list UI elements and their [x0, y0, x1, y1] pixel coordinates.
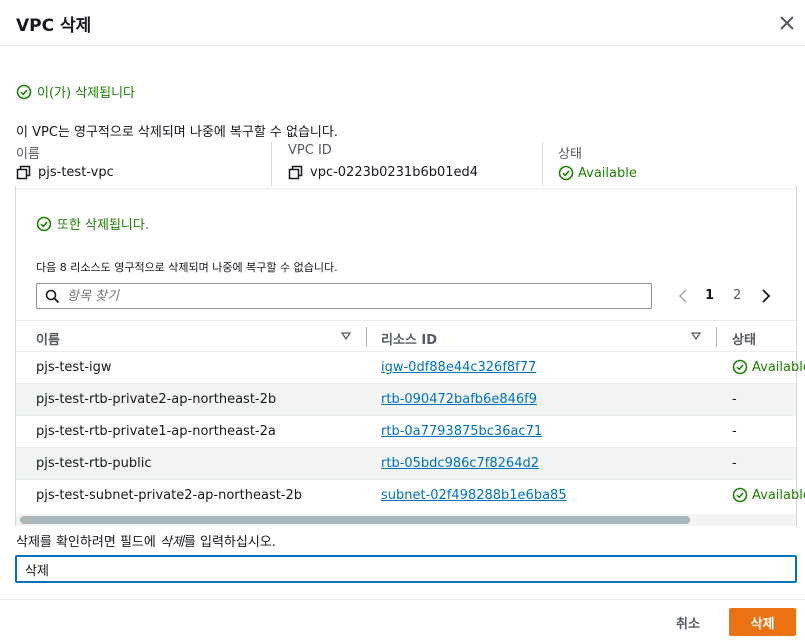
cancel-button[interactable]: 취소 — [660, 608, 716, 636]
column-divider[interactable] — [366, 327, 367, 347]
name-value: pjs-test-vpc — [16, 165, 114, 180]
table-row: pjs-test-subnet-private2-ap-northeast-2b… — [16, 480, 805, 512]
sort-down-icon[interactable] — [691, 332, 701, 340]
row-state-text: Available — [752, 359, 805, 375]
footer-divider — [0, 599, 805, 600]
col-state[interactable]: 상태 — [732, 329, 756, 348]
col-name[interactable]: 이름 — [36, 329, 60, 348]
also-deleted-notice: 또한 삭제됩니다. — [36, 214, 149, 233]
search-input[interactable] — [67, 287, 637, 305]
search-icon — [45, 289, 60, 304]
divider — [271, 142, 272, 186]
check-circle-icon — [732, 487, 748, 503]
dialog-header: VPC 삭제 — [0, 0, 805, 46]
row-state: Available — [732, 359, 805, 375]
row-state: Available — [732, 487, 805, 503]
column-divider[interactable] — [716, 327, 717, 347]
vpc-state: Available — [578, 165, 637, 181]
check-circle-icon — [16, 84, 32, 99]
row-resource-id-link[interactable]: igw-0df88e44c326f8f77 — [381, 360, 536, 375]
also-deleted-text: 또한 삭제됩니다. — [57, 218, 149, 233]
row-resource-id-link[interactable]: rtb-05bdc986c7f8264d2 — [381, 456, 539, 471]
check-circle-icon — [558, 165, 574, 181]
table-row: pjs-test-rtb-public rtb-05bdc986c7f8264d… — [16, 448, 796, 480]
row-name: pjs-test-rtb-private1-ap-northeast-2a — [36, 424, 276, 439]
vpc-id-label: VPC ID — [288, 143, 332, 158]
delete-button[interactable]: 삭제 — [729, 608, 796, 636]
panel-shadow — [15, 186, 797, 188]
warning-text: 이 VPC는 영구적으로 삭제되며 나중에 복구할 수 없습니다. — [16, 125, 338, 140]
row-resource-id-link[interactable]: rtb-0a7793875bc36ac71 — [381, 424, 542, 439]
copy-icon[interactable] — [288, 165, 303, 180]
confirm-label-suffix: 를 입력하십시오. — [183, 535, 276, 550]
dialog-title: VPC 삭제 — [16, 16, 92, 36]
row-name: pjs-test-subnet-private2-ap-northeast-2b — [36, 488, 303, 503]
confirm-label: 삭제를 확인하려면 필드에 삭제를 입력하십시오. — [16, 531, 276, 550]
row-state: - — [732, 456, 737, 471]
row-state-text: Available — [752, 487, 805, 503]
search-field[interactable] — [36, 283, 652, 309]
row-resource-id-link[interactable]: rtb-090472bafb6e846f9 — [381, 392, 537, 407]
row-state: - — [732, 424, 737, 439]
vpc-id-value: vpc-0223b0231b6b01ed4 — [288, 165, 478, 180]
table-row: pjs-test-igw igw-0df88e44c326f8f77 Avail… — [16, 352, 805, 384]
sort-down-icon[interactable] — [341, 332, 351, 340]
check-circle-icon — [732, 359, 748, 375]
vpc-id: vpc-0223b0231b6b01ed4 — [310, 165, 479, 180]
col-resource-id[interactable]: 리소스 ID — [381, 329, 437, 348]
page-1[interactable]: 1 — [705, 288, 714, 303]
state-value: Available — [558, 165, 637, 181]
name-label: 이름 — [16, 147, 40, 162]
row-name: pjs-test-rtb-private2-ap-northeast-2b — [36, 392, 277, 407]
deleted-notice: 이(가) 삭제됩니다 — [16, 82, 135, 101]
chevron-right-icon[interactable] — [759, 288, 773, 304]
deleted-notice-text: 이(가) 삭제됩니다 — [37, 86, 135, 101]
row-name: pjs-test-rtb-public — [36, 456, 152, 471]
scrollbar-thumb[interactable] — [20, 516, 690, 524]
table-row: pjs-test-rtb-private2-ap-northeast-2b rt… — [16, 384, 796, 416]
state-label: 상태 — [558, 147, 582, 162]
page-2[interactable]: 2 — [733, 288, 741, 303]
confirm-input[interactable] — [15, 555, 797, 583]
table-row: pjs-test-rtb-private1-ap-northeast-2a rt… — [16, 416, 796, 448]
row-resource-id-link[interactable]: subnet-02f498288b1e6ba85 — [381, 488, 567, 503]
vpc-name: pjs-test-vpc — [38, 165, 114, 180]
chevron-left-icon[interactable] — [676, 288, 690, 304]
resources-description: 다음 8 리소스도 영구적으로 삭제되며 나중에 복구할 수 없습니다. — [36, 261, 338, 274]
row-name: pjs-test-igw — [36, 360, 112, 375]
copy-icon[interactable] — [16, 165, 31, 180]
confirm-keyword: 삭제 — [159, 535, 184, 550]
close-icon[interactable] — [776, 12, 798, 34]
confirm-label-prefix: 삭제를 확인하려면 필드에 — [16, 535, 160, 550]
divider — [542, 142, 543, 186]
check-circle-icon — [36, 216, 52, 231]
row-state: - — [732, 392, 737, 407]
table-header: 이름 리소스 ID 상태 — [16, 320, 796, 352]
